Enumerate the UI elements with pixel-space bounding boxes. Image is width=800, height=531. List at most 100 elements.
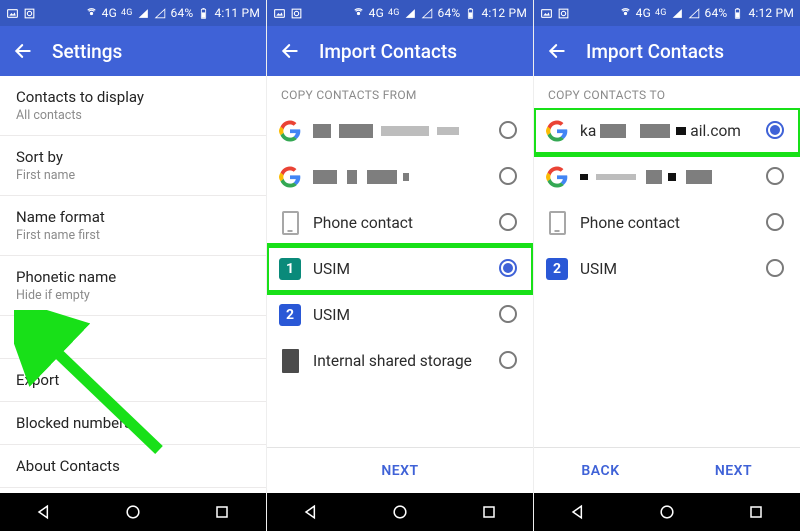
clock-label: 4:12 PM: [748, 6, 794, 20]
radio-button[interactable]: [499, 351, 519, 371]
signal-icon-2: [421, 7, 434, 20]
nav-bar: [267, 493, 533, 531]
radio-button[interactable]: [766, 121, 786, 141]
source-internal-storage[interactable]: Internal shared storage: [267, 338, 533, 384]
hotspot-icon: [619, 7, 632, 20]
status-bar: 4G 4G 64% 4:12 PM: [534, 0, 800, 26]
dest-google-1-label: ka ail.com: [580, 122, 756, 140]
source-usim-2[interactable]: 2 USIM: [267, 292, 533, 338]
dest-google-1[interactable]: ka ail.com: [534, 108, 800, 154]
setting-name-format[interactable]: Name format First name first: [0, 196, 266, 256]
next-button[interactable]: NEXT: [267, 448, 533, 493]
phone-icon: [544, 210, 570, 236]
source-google-1[interactable]: [267, 108, 533, 154]
appbar: Import Contacts: [267, 26, 533, 76]
nav-back[interactable]: [298, 499, 324, 525]
google-icon: [544, 118, 570, 144]
back-button[interactable]: [546, 40, 568, 62]
radio-button[interactable]: [499, 259, 519, 279]
nav-back[interactable]: [565, 499, 591, 525]
source-phone-label: Phone contact: [313, 214, 489, 232]
google-icon: [277, 164, 303, 190]
settings-list: Contacts to display All contacts Sort by…: [0, 76, 266, 493]
appbar: Settings: [0, 26, 266, 76]
sim2-icon: 2: [277, 302, 303, 328]
setting-sort-by[interactable]: Sort by First name: [0, 136, 266, 196]
google-icon: [277, 118, 303, 144]
hotspot-icon: [352, 7, 365, 20]
screen-import-from: 4G 4G 64% 4:12 PM Import Contacts COPY C…: [266, 0, 533, 531]
picture-icon: [6, 7, 19, 20]
hotspot-icon: [85, 7, 98, 20]
dest-google-2-label: [580, 170, 756, 184]
source-usim-1[interactable]: 1 USIM: [267, 246, 533, 292]
source-usim1-label: USIM: [313, 260, 489, 278]
radio-button[interactable]: [766, 213, 786, 233]
phone-icon: [277, 210, 303, 236]
radio-button[interactable]: [499, 213, 519, 233]
source-list: Phone contact 1 USIM 2 USIM Internal sha…: [267, 108, 533, 447]
radio-button[interactable]: [499, 305, 519, 325]
appbar: Import Contacts: [534, 26, 800, 76]
nav-recent[interactable]: [743, 499, 769, 525]
setting-about-contacts[interactable]: About Contacts: [0, 445, 266, 488]
battery-label: 64%: [705, 6, 728, 20]
page-title: Import Contacts: [319, 40, 457, 63]
source-google-1-label: [313, 124, 489, 138]
dest-usim-2[interactable]: 2 USIM: [534, 246, 800, 292]
radio-button[interactable]: [766, 167, 786, 187]
source-phone-contact[interactable]: Phone contact: [267, 200, 533, 246]
source-google-2-label: [313, 170, 489, 184]
radio-button[interactable]: [766, 259, 786, 279]
battery-icon: [197, 7, 210, 20]
setting-import[interactable]: Import: [0, 316, 266, 359]
source-internal-label: Internal shared storage: [313, 352, 489, 370]
radio-button[interactable]: [499, 167, 519, 187]
battery-icon: [731, 7, 744, 20]
source-usim2-label: USIM: [313, 306, 489, 324]
target-icon: [23, 7, 36, 20]
nav-recent[interactable]: [476, 499, 502, 525]
dest-phone-label: Phone contact: [580, 214, 756, 232]
page-title: Settings: [52, 40, 122, 63]
setting-export[interactable]: Export: [0, 359, 266, 402]
page-title: Import Contacts: [586, 40, 724, 63]
network-small: 4G: [121, 8, 133, 18]
dest-phone-contact[interactable]: Phone contact: [534, 200, 800, 246]
nav-home[interactable]: [654, 499, 680, 525]
setting-phonetic-name[interactable]: Phonetic name Hide if empty: [0, 256, 266, 316]
setting-contacts-display[interactable]: Contacts to display All contacts: [0, 76, 266, 136]
battery-label: 64%: [438, 6, 461, 20]
clock-label: 4:12 PM: [481, 6, 527, 20]
nav-recent[interactable]: [209, 499, 235, 525]
nav-home[interactable]: [120, 499, 146, 525]
battery-icon: [464, 7, 477, 20]
network-small: 4G: [655, 8, 667, 18]
network-label: 4G: [636, 6, 651, 20]
battery-label: 64%: [171, 6, 194, 20]
nav-back[interactable]: [31, 499, 57, 525]
setting-blocked-numbers[interactable]: Blocked numbers: [0, 402, 266, 445]
back-button[interactable]: [279, 40, 301, 62]
source-google-2[interactable]: [267, 154, 533, 200]
network-label: 4G: [102, 6, 117, 20]
nav-home[interactable]: [387, 499, 413, 525]
section-caption: COPY CONTACTS FROM: [267, 76, 533, 108]
status-bar: 4G 4G 64% 4:12 PM: [267, 0, 533, 26]
back-text-button[interactable]: BACK: [534, 448, 667, 493]
sim2-icon: 2: [544, 256, 570, 282]
dest-google-2[interactable]: [534, 154, 800, 200]
nav-bar: [534, 493, 800, 531]
clock-label: 4:11 PM: [214, 6, 260, 20]
signal-icon-2: [688, 7, 701, 20]
signal-icon: [404, 7, 417, 20]
next-button[interactable]: NEXT: [667, 448, 800, 493]
section-caption: COPY CONTACTS TO: [534, 76, 800, 108]
bottom-bar: BACK NEXT: [534, 447, 800, 493]
status-bar: 4G 4G 64% 4:11 PM: [0, 0, 266, 26]
radio-button[interactable]: [499, 121, 519, 141]
back-button[interactable]: [12, 40, 34, 62]
target-icon: [290, 7, 303, 20]
signal-icon: [137, 7, 150, 20]
picture-icon: [273, 7, 286, 20]
